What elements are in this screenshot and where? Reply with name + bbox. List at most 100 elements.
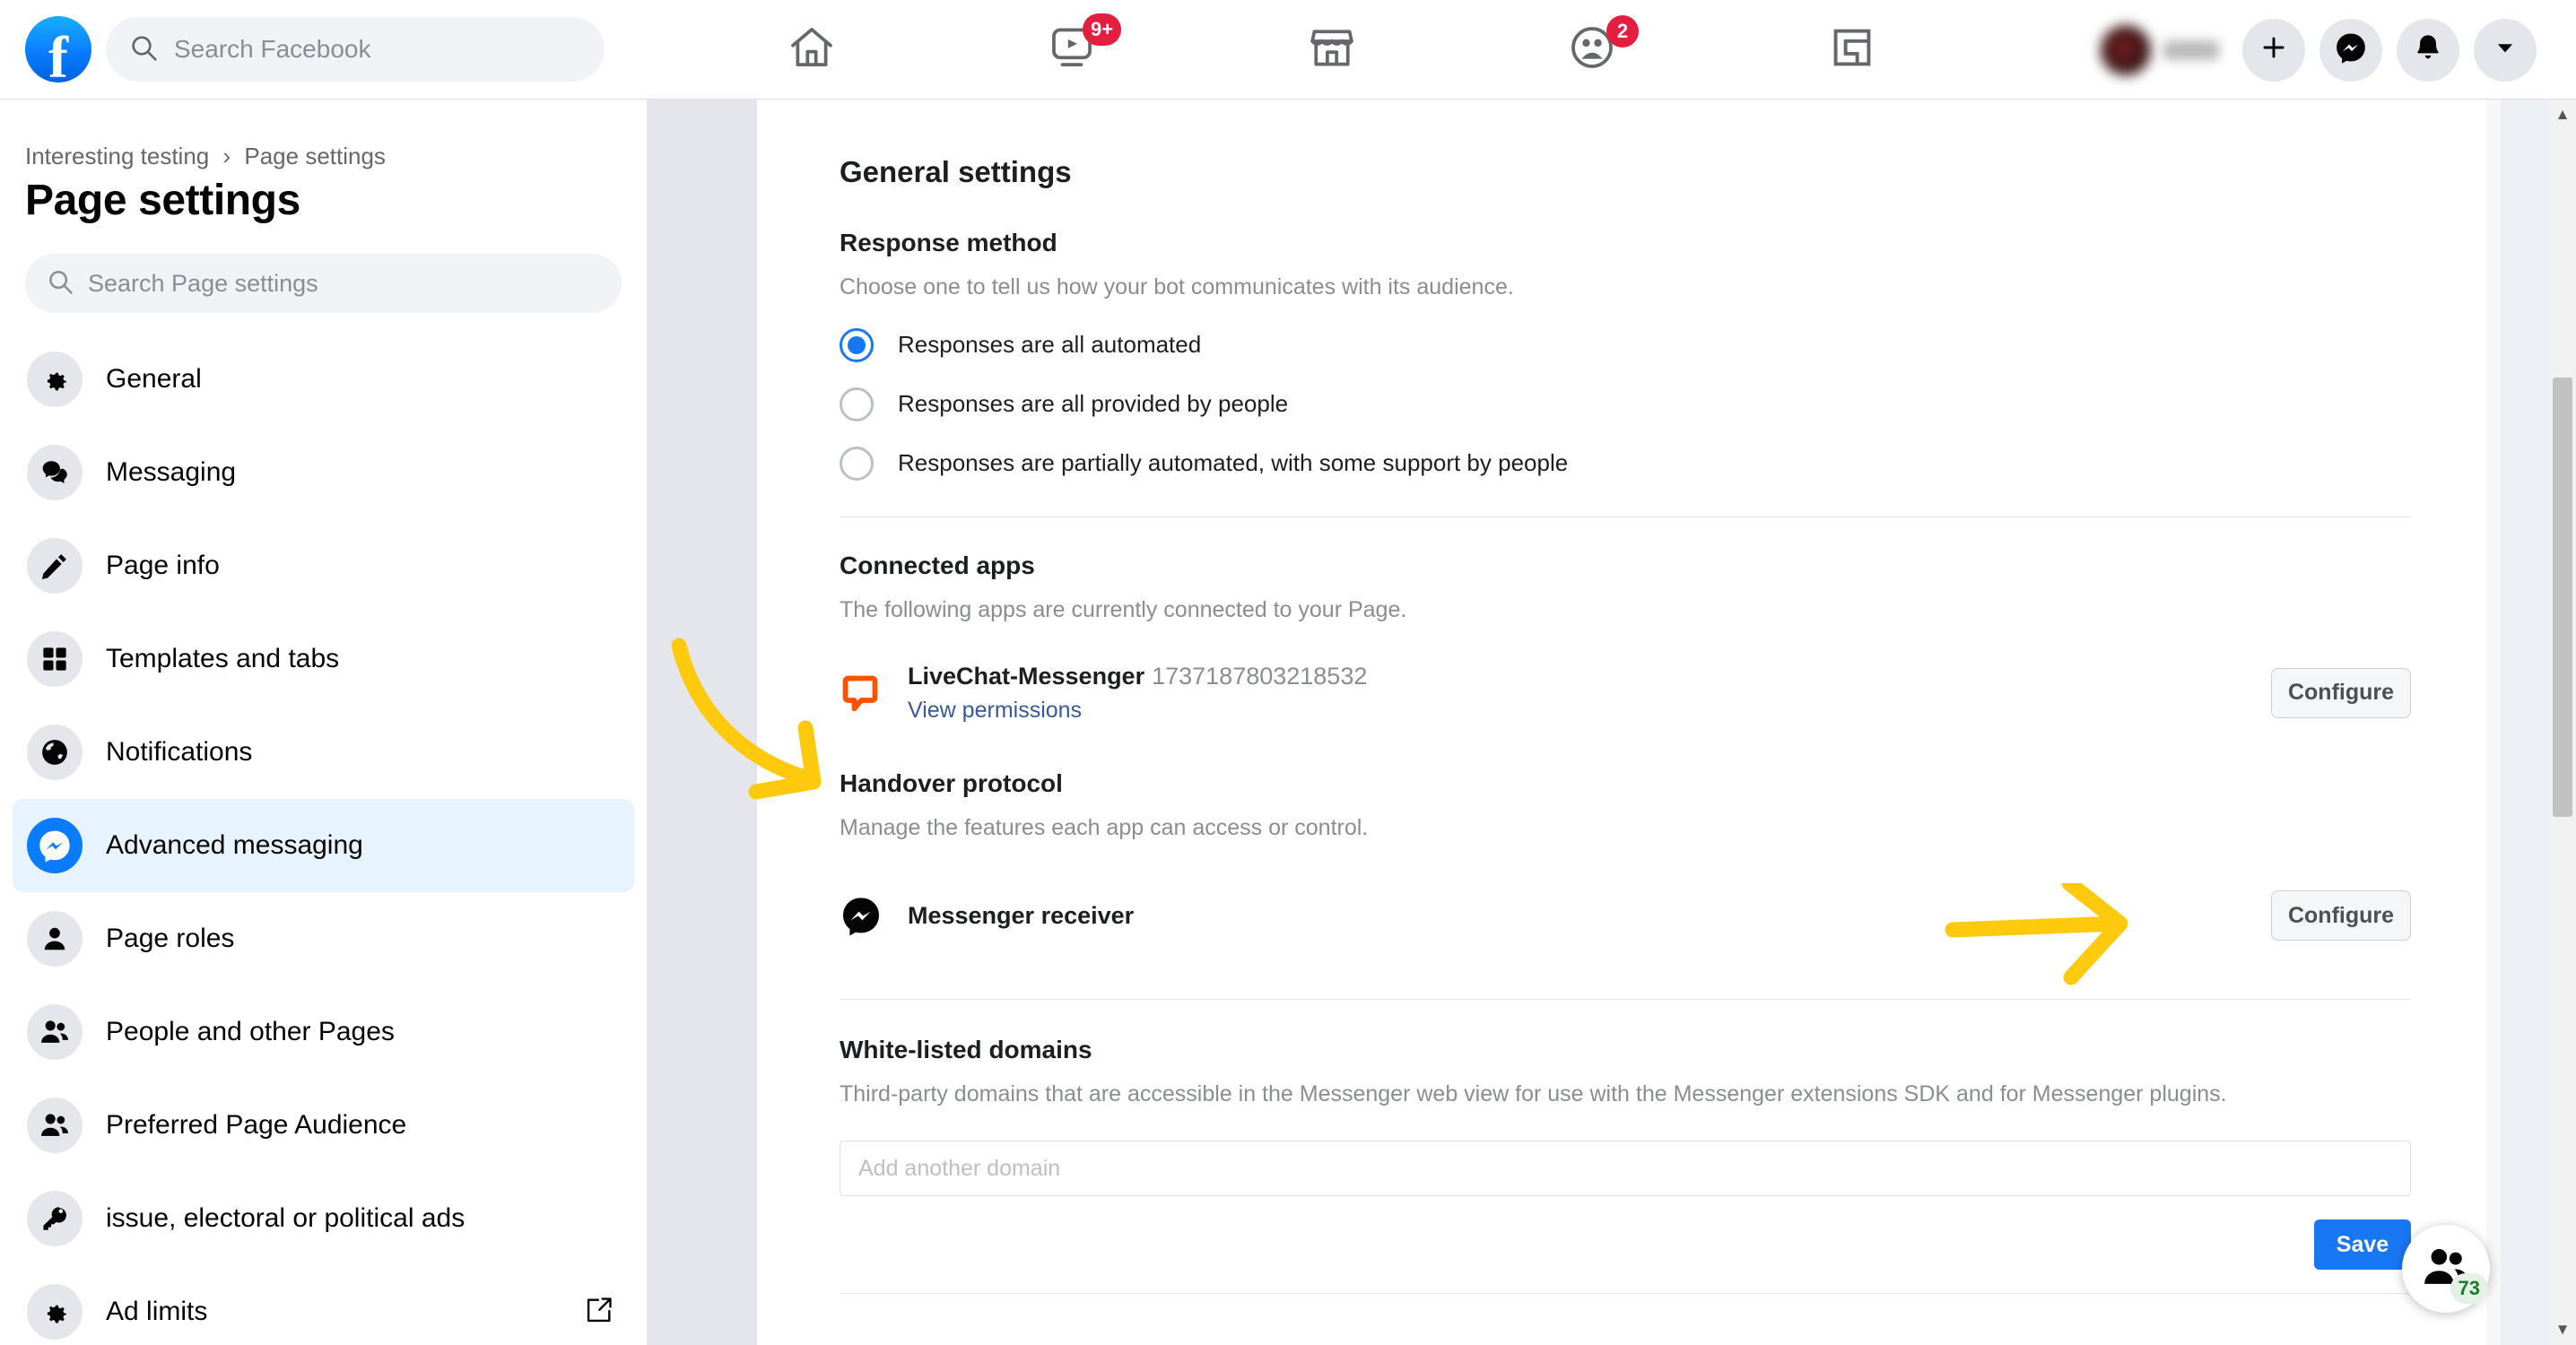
nav-video[interactable]: 9+ (982, 6, 1162, 93)
external-link-icon[interactable] (584, 1295, 614, 1330)
inner-scroll-track[interactable] (2486, 100, 2501, 1345)
messenger-icon (840, 894, 893, 937)
sidebar-item-label: Notifications (106, 737, 253, 767)
whitelisted-domains-title: White-listed domains (840, 1036, 1092, 1064)
messenger-button[interactable] (2319, 18, 2382, 82)
gaming-icon (1829, 24, 1875, 75)
groups-badge: 2 (1606, 14, 1639, 48)
configure-button-messenger-receiver[interactable]: Configure (2271, 890, 2411, 941)
configure-button-connected-app[interactable]: Configure (2271, 667, 2411, 718)
search-icon (47, 268, 74, 299)
sidebar-item-messaging[interactable]: Messaging (13, 426, 634, 519)
view-permissions-link[interactable]: View permissions (908, 698, 2271, 724)
radio-button[interactable] (840, 327, 874, 362)
nav-home[interactable] (722, 6, 901, 93)
radio-label: Responses are all automated (898, 331, 1202, 359)
topbar-nav: 9+ 2 (682, 0, 1982, 100)
account-menu-button[interactable] (2474, 18, 2537, 82)
bell-icon (2413, 32, 2443, 67)
radio-button[interactable] (840, 386, 874, 421)
handover-protocol-description: Manage the features each app can access … (840, 814, 1369, 840)
globe-icon (27, 725, 83, 780)
sidebar-item-label: Page roles (106, 924, 235, 953)
nav-marketplace[interactable] (1242, 6, 1422, 93)
add-domain-placeholder: Add another domain (858, 1155, 1061, 1181)
sidebar-item-label: Page info (106, 551, 220, 580)
sidebar-menu: General Messaging Page info Templates an… (0, 333, 647, 1345)
profile-chip[interactable] (2101, 24, 2219, 75)
scroll-up-icon[interactable]: ▲ (2549, 101, 2576, 128)
pencil-icon (27, 538, 83, 594)
handover-protocol-row: Messenger receiver Configure (840, 881, 2411, 950)
create-button[interactable] (2242, 18, 2305, 82)
sidebar-item-label: Advanced messaging (106, 830, 363, 860)
chat-bubbles-icon (27, 445, 83, 500)
facebook-top-bar: Search Facebook 9+ (0, 0, 2576, 100)
save-button[interactable]: Save (2314, 1219, 2411, 1270)
handover-entry-name: Messenger receiver (908, 901, 1135, 929)
gear-icon (27, 1284, 83, 1340)
radio-option-partially-automated[interactable]: Responses are partially automated, with … (840, 446, 2411, 481)
page-settings-sidebar: Interesting testing › Page settings Page… (0, 100, 648, 1345)
sidebar-search-input[interactable]: Search Page settings (25, 254, 622, 313)
sidebar-item-label: Ad limits (106, 1297, 208, 1326)
section-heading-general-settings: General settings (840, 155, 1072, 188)
divider (840, 1293, 2411, 1294)
general-settings-content: General settings Response method Choose … (757, 100, 2501, 1294)
messenger-icon (2334, 30, 2368, 69)
sidebar-item-templates-and-tabs[interactable]: Templates and tabs (13, 612, 634, 706)
sidebar-item-issue-electoral-or-political-ads[interactable]: issue, electoral or political ads (13, 1172, 634, 1265)
sidebar-item-preferred-page-audience[interactable]: Preferred Page Audience (13, 1079, 634, 1172)
handover-entry-details: Messenger receiver (893, 902, 2271, 930)
sidebar-item-notifications[interactable]: Notifications (13, 706, 634, 799)
topbar-actions (2101, 0, 2537, 100)
radio-option-all-automated[interactable]: Responses are all automated (840, 327, 2411, 362)
avatar (2101, 24, 2151, 75)
browser-scrollbar[interactable]: ▲ ▼ (2549, 100, 2576, 1345)
profile-name (2163, 39, 2219, 60)
add-domain-input[interactable]: Add another domain (840, 1141, 2411, 1196)
connected-apps-title: Connected apps (840, 551, 1035, 579)
radio-option-all-by-people[interactable]: Responses are all provided by people (840, 386, 2411, 421)
page-title: Page settings (25, 177, 300, 224)
sidebar-item-page-roles[interactable]: Page roles (13, 892, 634, 985)
sidebar-item-advanced-messaging[interactable]: Advanced messaging (13, 799, 634, 892)
global-search-input[interactable]: Search Facebook (106, 17, 605, 82)
notifications-button[interactable] (2397, 18, 2459, 82)
radio-button[interactable] (840, 446, 874, 481)
response-method-title: Response method (840, 229, 1057, 256)
whitelisted-domains-description: Third-party domains that are accessible … (840, 1081, 2227, 1107)
key-icon (27, 1191, 83, 1246)
search-icon (129, 33, 158, 66)
people-icon (27, 1004, 83, 1060)
marketplace-icon (1307, 22, 1357, 77)
divider (840, 999, 2411, 1001)
sidebar-item-label: issue, electoral or political ads (106, 1203, 466, 1233)
connected-app-details: LiveChat-Messenger 1737187803218532 View … (893, 663, 2271, 724)
sidebar-item-ad-limits[interactable]: Ad limits (13, 1265, 634, 1345)
chat-contacts-button[interactable]: 73 (2402, 1225, 2490, 1313)
main-content-panel: General settings Response method Choose … (757, 100, 2501, 1345)
breadcrumb-current: Page settings (244, 143, 386, 169)
save-row: Save (840, 1219, 2411, 1270)
gear-icon (27, 351, 83, 407)
facebook-logo[interactable] (25, 16, 91, 82)
topbar-left: Search Facebook (0, 16, 605, 82)
messenger-icon (27, 818, 83, 873)
connected-app-name: LiveChat-Messenger (908, 662, 1145, 690)
sidebar-item-label: Preferred Page Audience (106, 1110, 407, 1140)
scroll-down-icon[interactable]: ▼ (2549, 1316, 2576, 1343)
sidebar-item-label: Messaging (106, 457, 237, 487)
sidebar-item-page-info[interactable]: Page info (13, 519, 634, 612)
sidebar-item-people-and-other-pages[interactable]: People and other Pages (13, 985, 634, 1079)
scrollbar-thumb[interactable] (2553, 377, 2572, 817)
breadcrumb-parent[interactable]: Interesting testing (25, 143, 209, 169)
livechat-icon (840, 672, 893, 714)
nav-groups[interactable]: 2 (1502, 6, 1682, 93)
sidebar-item-general[interactable]: General (13, 333, 634, 426)
handover-protocol-title: Handover protocol (840, 768, 1063, 797)
nav-gaming[interactable] (1762, 6, 1942, 93)
grid-icon (27, 631, 83, 687)
people-icon (27, 1098, 83, 1153)
plus-icon (2259, 33, 2288, 66)
